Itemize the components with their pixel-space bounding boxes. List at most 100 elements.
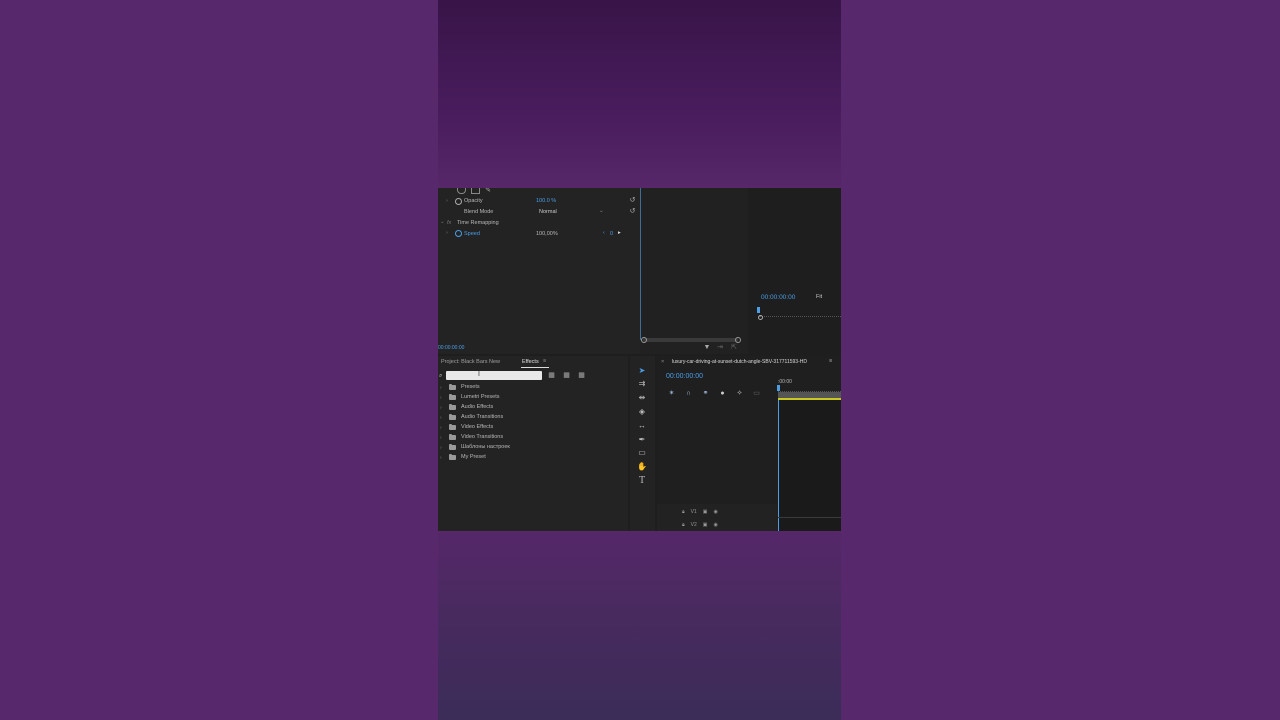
track-select-tool-icon[interactable]: ⇉ <box>637 379 647 389</box>
speed-label: Speed <box>464 231 480 237</box>
keyframe-area <box>640 188 748 354</box>
expand-arrow-icon[interactable]: › <box>440 385 444 391</box>
blend-mode-select[interactable]: Normal <box>539 209 557 216</box>
yuv-effects-icon[interactable]: ▦ <box>577 371 586 380</box>
list-item[interactable]: › Lumetri Presets <box>440 393 500 402</box>
list-item[interactable]: › Presets <box>440 383 480 392</box>
tab-effects[interactable]: Effects <box>522 359 539 366</box>
export-icon[interactable]: ⇱ <box>730 344 738 351</box>
folder-icon <box>449 444 456 450</box>
reset-icon[interactable]: ↺ <box>628 207 637 215</box>
folder-icon <box>449 394 456 400</box>
track-label: V1 <box>690 509 697 515</box>
razor-tool-icon[interactable]: ◈ <box>637 407 647 417</box>
stopwatch-icon[interactable] <box>455 230 462 237</box>
playhead-marker-icon[interactable] <box>777 385 780 391</box>
add-marker-icon[interactable]: ● <box>718 389 727 398</box>
list-item[interactable]: › Video Effects <box>440 423 493 432</box>
expand-arrow-icon[interactable]: › <box>440 435 444 441</box>
rectangle-mask-icon[interactable] <box>471 188 480 194</box>
filter-icon[interactable]: ▼ <box>703 344 711 351</box>
eye-icon[interactable]: ◉ <box>714 509 718 515</box>
track-row-v2[interactable]: 🔒︎ V2 ▣ ◉ <box>682 520 718 530</box>
playhead-line <box>640 188 641 340</box>
scroll-handle-right[interactable] <box>735 337 741 343</box>
panel-menu-icon[interactable]: ≡ <box>543 358 546 365</box>
list-item[interactable]: › Шаблоны настроек <box>440 443 510 452</box>
zoom-scrollbar[interactable] <box>643 338 738 342</box>
tools-panel: ➤ ⇉ ⇹ ◈ ↔ ✒ ▭ ✋ T <box>630 356 655 531</box>
scroll-handle-left[interactable] <box>641 337 647 343</box>
panel-menu-icon[interactable]: ≡ <box>829 358 832 365</box>
track-row-v1[interactable]: 🔒︎ V1 ▣ ◉ <box>682 507 718 517</box>
text-cursor-icon: I <box>478 371 480 378</box>
32bit-effects-icon[interactable]: ▦ <box>562 371 571 380</box>
program-timecode[interactable]: 00:00:00:00 <box>761 294 795 302</box>
captions-icon[interactable]: ▭ <box>752 389 761 398</box>
track-label: V2 <box>690 522 697 528</box>
folder-icon <box>449 384 456 390</box>
film-icon[interactable]: ▣ <box>703 509 708 515</box>
ruler-start-label: :00:00 <box>778 379 792 385</box>
timeline-timecode[interactable]: 00:00:00:00 <box>666 373 703 380</box>
tab-project[interactable]: Project: Black Bars New <box>441 359 500 366</box>
expand-arrow-icon[interactable]: › <box>440 425 444 431</box>
fx-icon: fx <box>447 220 452 226</box>
accelerated-effects-icon[interactable]: ▦ <box>547 371 556 380</box>
hand-tool-icon[interactable]: ✋ <box>637 462 647 472</box>
program-ruler[interactable] <box>759 314 841 317</box>
search-icon: ⌕ <box>439 373 443 379</box>
linked-selection-icon[interactable]: ⚭ <box>701 389 710 398</box>
expand-arrow-icon[interactable]: › <box>440 415 444 421</box>
sequence-tab[interactable]: luxury-car-driving-at-sunset-dutch-angle… <box>672 360 807 365</box>
time-remapping-label: Time Remapping <box>457 220 499 226</box>
selection-tool-icon[interactable]: ➤ <box>637 366 647 376</box>
search-input[interactable] <box>446 371 542 380</box>
folder-icon <box>449 424 456 430</box>
speed-value[interactable]: 100,00% <box>536 231 558 238</box>
chevron-down-icon[interactable]: ⌄ <box>599 208 604 215</box>
folder-icon <box>449 434 456 440</box>
reset-icon[interactable]: ↺ <box>628 196 637 204</box>
list-item[interactable]: › Audio Effects <box>440 403 493 412</box>
fit-select[interactable]: Fit <box>816 294 822 301</box>
film-icon[interactable]: ▣ <box>703 522 708 528</box>
play-only-audio-icon[interactable]: ⇥ <box>716 344 724 351</box>
prev-keyframe-icon[interactable]: ‹ <box>603 230 605 237</box>
list-item[interactable]: › Video Transitions <box>440 433 503 442</box>
expand-arrow-icon[interactable]: › <box>440 445 444 451</box>
opacity-value[interactable]: 100.0 % <box>536 198 556 205</box>
nest-icon[interactable]: ✶ <box>667 389 676 398</box>
next-keyframe-icon[interactable]: ▸ <box>618 230 621 237</box>
eye-icon[interactable]: ◉ <box>714 522 718 528</box>
expand-arrow-icon[interactable]: › <box>440 455 444 461</box>
active-tab-underline <box>521 367 549 368</box>
lock-icon[interactable]: 🔒︎ <box>682 509 685 515</box>
track-area[interactable] <box>778 400 841 531</box>
expand-arrow-icon[interactable]: › <box>440 395 444 401</box>
playhead-marker-icon[interactable] <box>757 307 760 313</box>
scroll-handle-left[interactable] <box>758 315 763 320</box>
expand-arrow-icon[interactable]: › <box>446 198 448 205</box>
expand-arrow-icon[interactable]: › <box>440 405 444 411</box>
collapse-arrow-icon[interactable]: ⌄ <box>440 219 445 226</box>
close-icon[interactable]: × <box>661 359 664 366</box>
pen-mask-icon[interactable]: ✎ <box>484 188 492 194</box>
ellipse-mask-icon[interactable] <box>457 188 466 194</box>
snap-icon[interactable]: ∩ <box>684 389 693 398</box>
effects-panel: Project: Black Bars New Effects ≡ ⌕ I ▦ … <box>438 356 628 531</box>
pen-tool-icon[interactable]: ✒ <box>637 435 647 445</box>
list-item[interactable]: › My Preset <box>440 453 486 462</box>
expand-arrow-icon[interactable]: › <box>446 230 448 237</box>
premiere-window: ✎ › Opacity 100.0 % ↺ Blend Mode Normal … <box>438 188 841 531</box>
effect-controls-timecode: 00:00:00:00 <box>438 345 465 351</box>
type-tool-icon[interactable]: T <box>637 476 647 486</box>
rectangle-tool-icon[interactable]: ▭ <box>637 448 647 458</box>
list-item[interactable]: › Audio Transitions <box>440 413 503 422</box>
blend-mode-label: Blend Mode <box>464 209 494 215</box>
slip-tool-icon[interactable]: ↔ <box>637 421 647 431</box>
wrench-icon[interactable]: ✧ <box>735 389 744 398</box>
lock-icon[interactable]: 🔒︎ <box>682 522 685 528</box>
ripple-edit-tool-icon[interactable]: ⇹ <box>637 393 647 403</box>
stopwatch-icon[interactable] <box>455 198 462 205</box>
